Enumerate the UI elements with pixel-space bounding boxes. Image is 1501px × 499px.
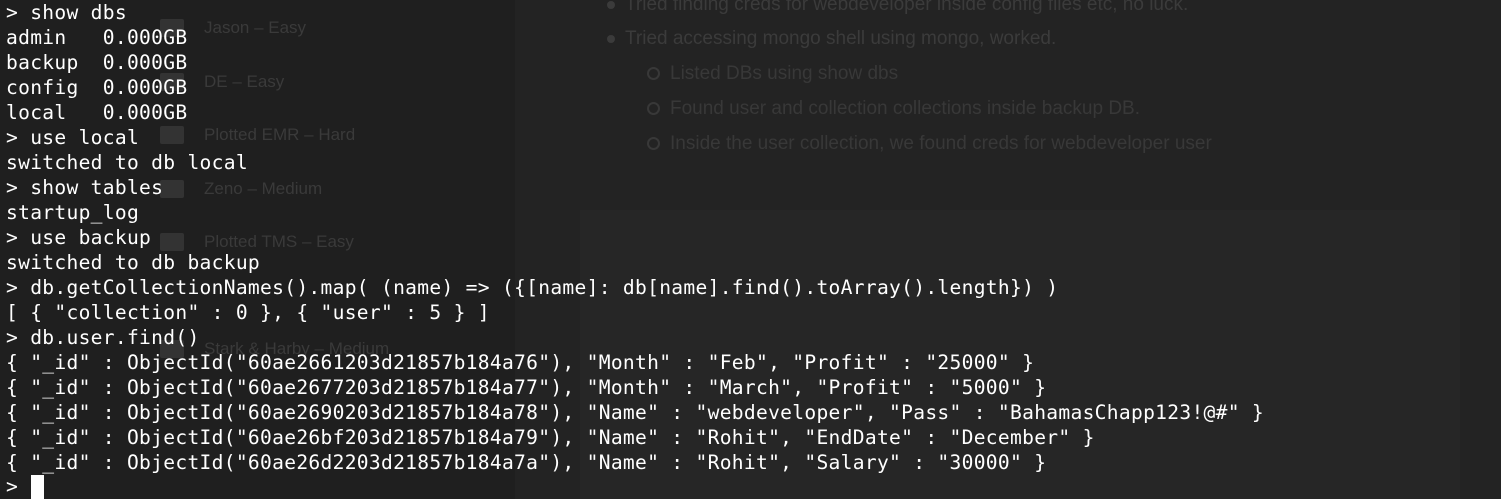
terminal-output[interactable]: > show dbs admin 0.000GB backup 0.000GB … xyxy=(0,0,1501,499)
terminal-line: local 0.000GB xyxy=(6,101,188,124)
terminal-line: startup_log xyxy=(6,201,140,224)
terminal-line: { "_id" : ObjectId("60ae2690203d21857b18… xyxy=(6,401,1265,424)
terminal-line: switched to db local xyxy=(6,151,248,174)
terminal-line: config 0.000GB xyxy=(6,76,188,99)
terminal-line: > db.user.find() xyxy=(6,326,200,349)
terminal-line: > db.getCollectionNames().map( (name) =>… xyxy=(6,276,1059,299)
terminal-line: { "_id" : ObjectId("60ae2677203d21857b18… xyxy=(6,376,1047,399)
terminal-prompt[interactable]: > xyxy=(6,474,18,499)
terminal-line: { "_id" : ObjectId("60ae26bf203d21857b18… xyxy=(6,426,1095,449)
terminal-line: switched to db backup xyxy=(6,251,261,274)
terminal-line: admin 0.000GB xyxy=(6,26,188,49)
terminal-line: > show tables xyxy=(6,176,164,199)
terminal-line: { "_id" : ObjectId("60ae26d2203d21857b18… xyxy=(6,451,1047,474)
terminal-line: > use backup xyxy=(6,226,152,249)
terminal-line: [ { "collection" : 0 }, { "user" : 5 } ] xyxy=(6,301,490,324)
terminal-line: { "_id" : ObjectId("60ae2661203d21857b18… xyxy=(6,351,1035,374)
terminal-line: backup 0.000GB xyxy=(6,51,188,74)
terminal-line: > use local xyxy=(6,126,140,149)
terminal-line: > show dbs xyxy=(6,1,127,24)
terminal-cursor[interactable] xyxy=(31,475,44,499)
